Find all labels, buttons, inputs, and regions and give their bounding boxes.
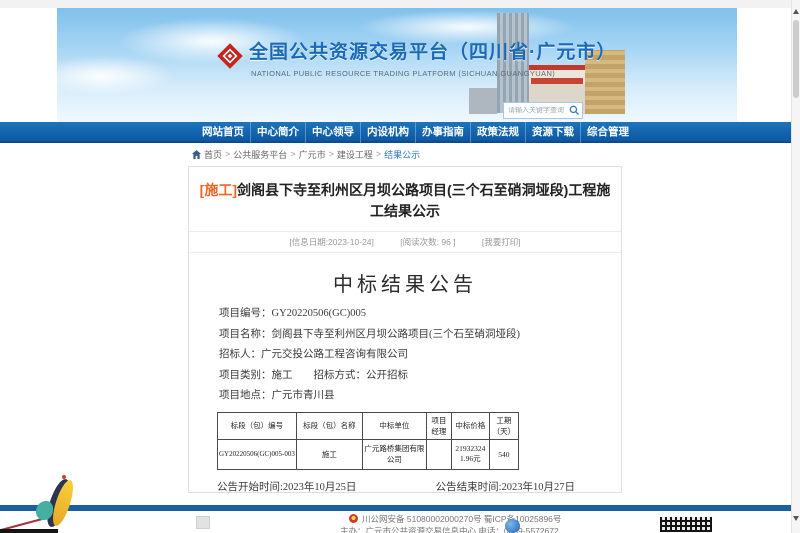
site-banner: 全国公共资源交易平台（四川省·广元市） NATIONAL PUBLIC RESO… <box>57 8 737 122</box>
nav-item-management[interactable]: 综合管理 <box>581 122 635 143</box>
meta-view-count: [阅读次数: 96 ] <box>400 237 455 247</box>
site-subtitle: NATIONAL PUBLIC RESOURCE TRADING PLATFOR… <box>251 69 555 78</box>
nav-item-center-leaders[interactable]: 中心领导 <box>306 122 361 143</box>
article-category-tag: [施工] <box>200 182 237 198</box>
bid-result-table: 标段（包）编号 标段（包）名称 中标单位 项目经理 中标价格 工期（天） GY2… <box>217 412 519 470</box>
breadcrumb-separator: > <box>329 149 334 159</box>
article-title: [施工]剑阁县下寺至利州区月坝公路项目(三个石至硝洞垭段)工程施工结果公示 <box>197 180 613 222</box>
nav-item-home[interactable]: 网站首页 <box>196 122 251 143</box>
decoration-object <box>30 477 92 533</box>
breadcrumb-separator: > <box>376 149 381 159</box>
nav-item-center-intro[interactable]: 中心简介 <box>251 122 306 143</box>
announcement-card: [施工]剑阁县下寺至利州区月坝公路项目(三个石至硝洞垭段)工程施工结果公示 [信… <box>188 166 622 493</box>
breadcrumb-public-service[interactable]: 公共服务平台 <box>233 148 287 161</box>
cell-section-name: 施工 <box>296 439 362 469</box>
field-project-name: 项目名称：剑阁县下寺至利州区月坝公路项目(三个石至硝洞垭段) <box>219 325 621 346</box>
home-icon <box>192 150 201 159</box>
col-duration-days: 工期（天） <box>489 412 518 439</box>
footer-host-info: 主办：广元市公共资源交易信息中心 电话：0839-5572672 <box>340 525 559 533</box>
police-badge-icon <box>349 514 358 523</box>
decoration-black-bar <box>0 529 58 533</box>
breadcrumb-separator: > <box>225 149 230 159</box>
table-header-row: 标段（包）编号 标段（包）名称 中标单位 项目经理 中标价格 工期（天） <box>218 412 519 439</box>
search-icon[interactable] <box>569 105 580 116</box>
col-section-name: 标段（包）名称 <box>296 412 362 439</box>
breadcrumb-result-publicity: 结果公示 <box>384 148 420 161</box>
breadcrumb: 首页 > 公共服务平台 > 广元市 > 建设工程 > 结果公示 <box>192 147 420 161</box>
announcement-end-time: 公告结束时间:2023年10月27日 <box>436 482 575 493</box>
nav-item-guide[interactable]: 办事指南 <box>416 122 471 143</box>
footer-image-placeholder <box>196 516 210 529</box>
cell-duration-days: 540 <box>489 439 518 469</box>
main-navbar: 网站首页 中心简介 中心领导 内设机构 办事指南 政策法规 资源下载 综合管理 <box>0 122 791 143</box>
building-banner <box>531 78 583 84</box>
scroll-down-icon[interactable] <box>793 516 799 521</box>
breadcrumb-city[interactable]: 广元市 <box>299 148 326 161</box>
nav-item-policies[interactable]: 政策法规 <box>471 122 526 143</box>
browser-top-strip <box>0 0 791 8</box>
qr-code <box>660 517 712 532</box>
announcement-times: 公告开始时间:2023年10月25日 公告结束时间:2023年10月27日 <box>217 479 621 494</box>
breadcrumb-home[interactable]: 首页 <box>204 148 222 161</box>
cell-project-manager <box>426 439 451 469</box>
field-project-category: 项目类别：施工 招标方式：公开招标 <box>219 366 621 387</box>
cell-section-number: GY20220506(GC)005-003 <box>218 439 297 469</box>
cell-bid-price: 219323241.96元 <box>451 439 489 469</box>
scrollbar-thumb[interactable] <box>793 20 799 98</box>
meta-date: [信息日期:2023-10-24] <box>289 237 374 247</box>
table-row: GY20220506(GC)005-003 施工 广元路桥集团有限公司 2193… <box>218 439 519 469</box>
field-project-number: 项目编号：GY20220506(GC)005 <box>219 304 621 325</box>
nav-item-departments[interactable]: 内设机构 <box>361 122 416 143</box>
cell-winning-bidder: 广元路桥集团有限公司 <box>362 439 426 469</box>
col-winning-bidder: 中标单位 <box>362 412 426 439</box>
article-title-text: 剑阁县下寺至利州区月坝公路项目(三个石至硝洞垭段)工程施工结果公示 <box>237 182 610 219</box>
decoration-shape <box>62 475 66 479</box>
scroll-up-icon[interactable] <box>793 9 799 14</box>
nav-item-downloads[interactable]: 资源下载 <box>526 122 581 143</box>
building-image <box>469 88 497 114</box>
breadcrumb-separator: > <box>290 149 295 159</box>
print-button[interactable]: [我要打印] <box>482 237 521 247</box>
field-project-location: 项目地点：广元市青川县 <box>219 386 621 407</box>
platform-logo-icon <box>213 38 247 79</box>
cloud-decoration <box>57 56 177 96</box>
search-box[interactable] <box>503 102 583 119</box>
footer-icp-record: 川公网安备 51080002000270号 蜀ICP备10025896号 <box>362 513 561 525</box>
footer: 川公网安备 51080002000270号 蜀ICP备10025896号 主办：… <box>0 511 791 533</box>
search-input[interactable] <box>504 107 569 114</box>
col-project-manager: 项目经理 <box>426 412 451 439</box>
breadcrumb-construction[interactable]: 建设工程 <box>337 148 373 161</box>
vertical-scrollbar[interactable] <box>791 0 800 533</box>
notice-heading: 中标结果公告 <box>189 268 621 297</box>
site-title: 全国公共资源交易平台（四川省·广元市） <box>249 37 616 64</box>
announcement-start-time: 公告开始时间:2023年10月25日 <box>217 479 433 494</box>
field-tenderee: 招标人：广元交投公路工程咨询有限公司 <box>219 345 621 366</box>
col-bid-price: 中标价格 <box>451 412 489 439</box>
col-section-number: 标段（包）编号 <box>218 412 297 439</box>
article-meta-row: [信息日期:2023-10-24] [阅读次数: 96 ] [我要打印] <box>189 231 621 253</box>
footer-logo-icon <box>505 519 520 533</box>
project-fields: 项目编号：GY20220506(GC)005 项目名称：剑阁县下寺至利州区月坝公… <box>219 304 621 407</box>
